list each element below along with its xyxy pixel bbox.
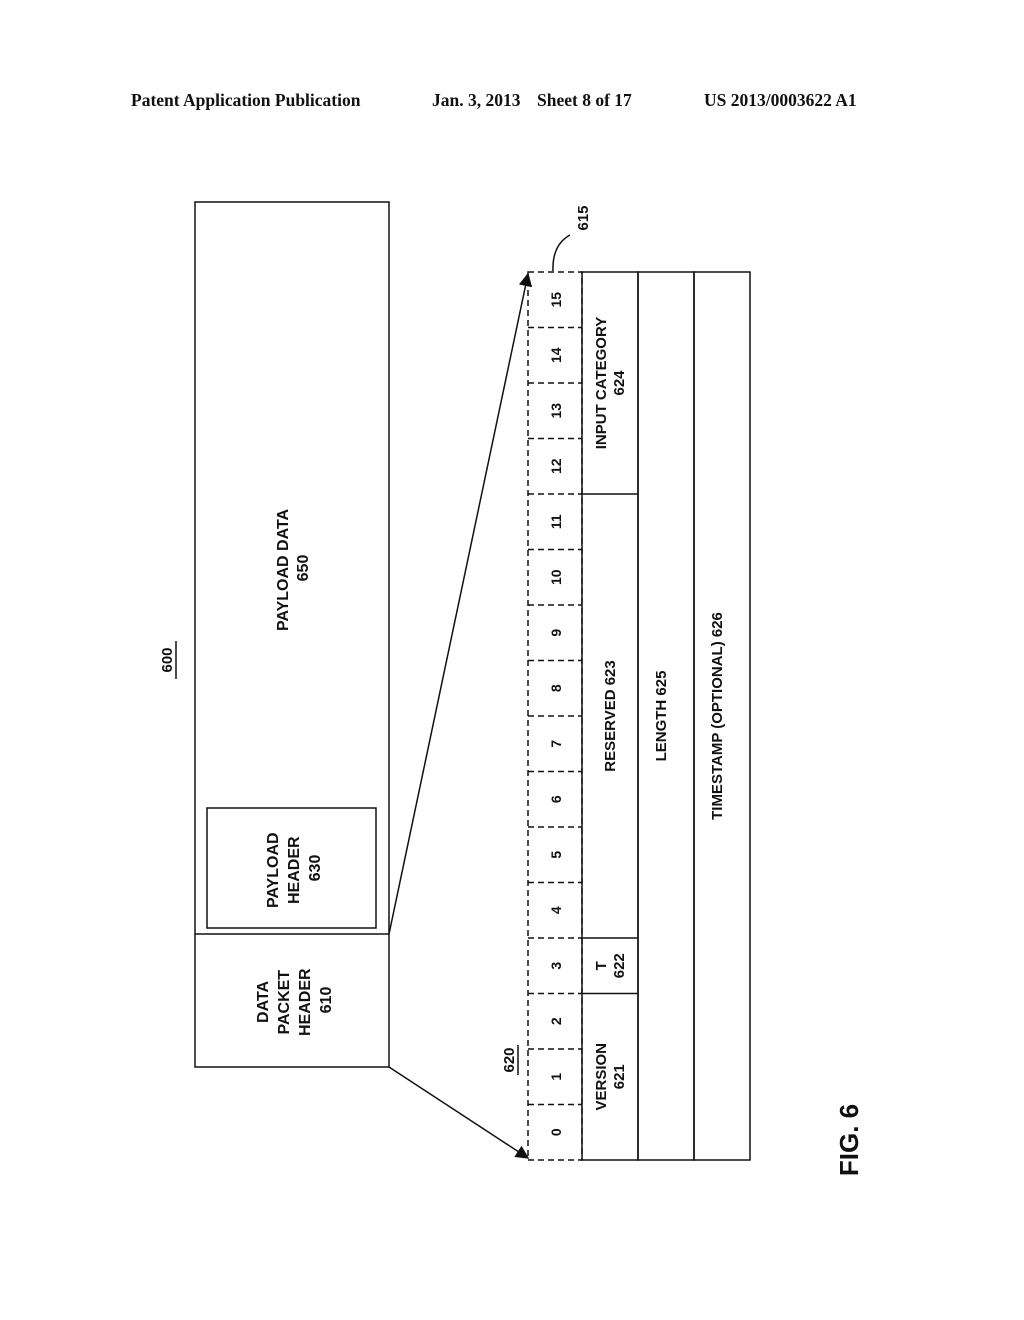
length-625-label: LENGTH 625: [653, 671, 670, 762]
bit-label: 0: [548, 1128, 564, 1136]
bit-label: 9: [548, 629, 564, 637]
header-ref-620: 620: [501, 1045, 519, 1075]
text-line: VERSION: [593, 1043, 610, 1111]
payload-data-650: PAYLOAD DATA 650: [275, 505, 312, 631]
field-label-version-621: VERSION621: [593, 1043, 628, 1111]
header-fields-620: LENGTH 625 TIMESTAMP (OPTIONAL) 626 VERS…: [581, 271, 751, 1161]
bit-label: 5: [548, 851, 564, 859]
packet-ref-label: 600: [159, 647, 176, 672]
bit-label: 10: [548, 569, 564, 585]
bit-label: 1: [548, 1073, 564, 1081]
packet-ref-600: 600: [159, 641, 177, 679]
bit-label: 3: [548, 962, 564, 970]
text-line: 624: [611, 370, 628, 396]
text-line: 650: [295, 555, 312, 582]
data-packet-header-610: DATA PACKET HEADER 610: [255, 964, 335, 1036]
bit-label: 11: [548, 514, 564, 529]
text-line: T: [593, 961, 610, 970]
payload-header-630: PAYLOAD HEADER 630: [265, 828, 324, 908]
svg-text:PAYLOAD DATA 650: PAYLOAD DATA 650: [275, 505, 312, 631]
expand-arrow-top: [388, 272, 533, 935]
figure-6-diagram: 600 DATA PACKET HEADER 610 PAYLOAD HEADE…: [159, 201, 864, 1176]
bit-label: 12: [548, 458, 564, 474]
field-label-input-category-624: INPUT CATEGORY624: [593, 317, 628, 450]
text-line: DATA: [255, 980, 272, 1023]
text-line: PAYLOAD: [265, 832, 282, 908]
text-line: INPUT CATEGORY: [593, 317, 610, 450]
field-label-reserved-623: RESERVED 623: [602, 660, 619, 771]
timestamp-626-label: TIMESTAMP (OPTIONAL) 626: [709, 612, 726, 820]
header-ref-label: 620: [501, 1047, 518, 1072]
text-line: RESERVED 623: [602, 660, 619, 771]
bit-row-ref-615: 615: [552, 205, 592, 272]
text-line: HEADER: [297, 968, 314, 1036]
text-line: 610: [318, 987, 335, 1014]
bit-label: 14: [548, 347, 564, 363]
text-line: 630: [307, 855, 324, 882]
text-line: 622: [611, 953, 628, 978]
expand-arrow-bottom: [388, 1066, 530, 1159]
svg-text:DATA PACKET HEADER: DATA PACKET HEADER 610: [255, 964, 335, 1036]
bit-label: 15: [548, 292, 564, 308]
bit-label: 4: [548, 906, 564, 914]
bit-row-615: 0123456789101112131415: [527, 271, 583, 1161]
bit-label: 2: [548, 1017, 564, 1025]
figure-label: FIG. 6: [834, 1104, 864, 1176]
bit-label: 7: [548, 740, 564, 748]
text-line: PAYLOAD DATA: [275, 508, 292, 631]
bit-label: 13: [548, 403, 564, 419]
text-line: HEADER: [286, 836, 303, 904]
bit-label: 8: [548, 684, 564, 692]
bit-label: 6: [548, 795, 564, 803]
field-label-t-622: T622: [593, 953, 628, 978]
leader-line: [552, 234, 571, 272]
svg-text:PAYLOAD HEADER 630: PAYLOAD HEADER 630: [265, 828, 324, 908]
text-line: PACKET: [276, 970, 293, 1035]
bit-row-ref-label: 615: [575, 205, 592, 230]
text-line: 621: [611, 1064, 628, 1089]
data-packet-600: [194, 201, 390, 1068]
